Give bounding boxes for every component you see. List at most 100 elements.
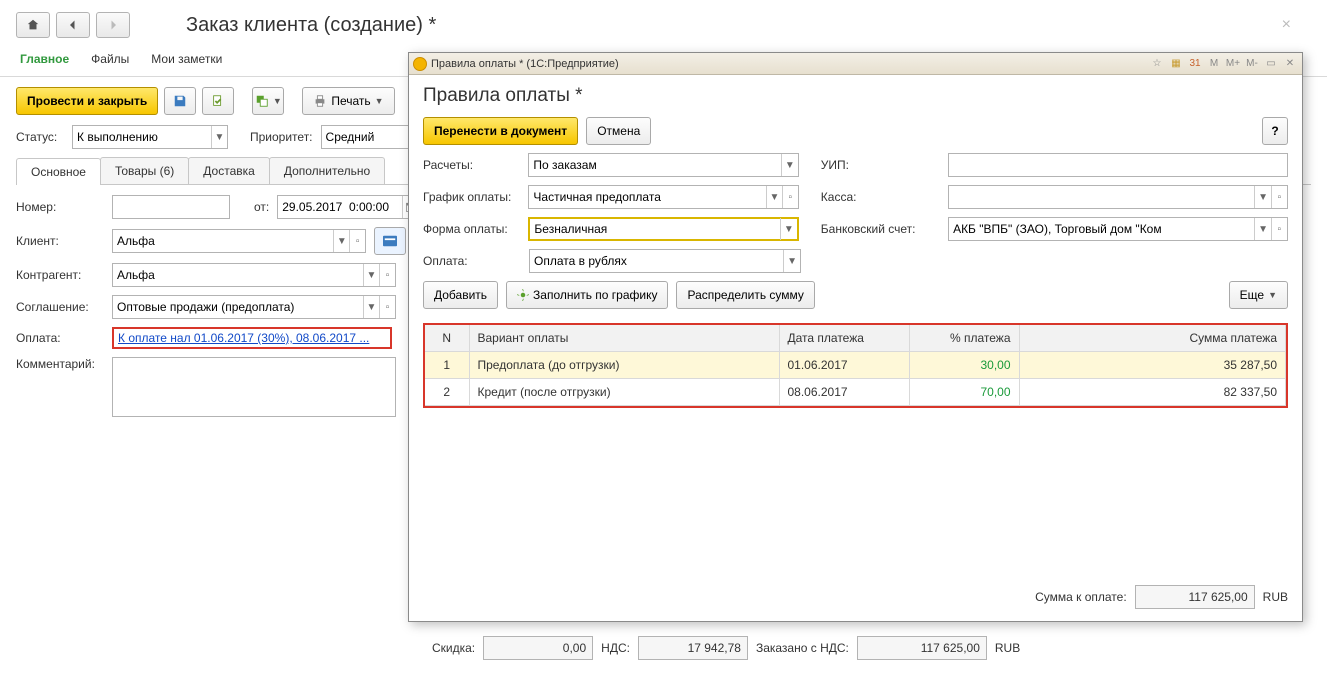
section-main[interactable]: Главное xyxy=(20,52,69,72)
payment-rules-dialog: Правила оплаты * (1С:Предприятие) ☆ ▦ 31… xyxy=(408,52,1303,622)
status-value[interactable] xyxy=(73,126,211,148)
calendar-icon[interactable]: 31 xyxy=(1187,56,1203,72)
more-label: Еще xyxy=(1240,288,1264,302)
print-button[interactable]: Печать ▼ xyxy=(302,87,394,115)
post-and-close-button[interactable]: Провести и закрыть xyxy=(16,87,158,115)
totals-bar: Скидка: 0,00 НДС: 17 942,78 Заказано с Н… xyxy=(432,636,1020,660)
date-input[interactable] xyxy=(277,195,419,219)
add-button[interactable]: Добавить xyxy=(423,281,498,309)
tab-delivery[interactable]: Доставка xyxy=(188,157,270,184)
chevron-down-icon[interactable]: ▼ xyxy=(363,296,379,318)
number-input[interactable] xyxy=(112,195,230,219)
chevron-down-icon: ▼ xyxy=(273,96,282,106)
payment2-select[interactable]: ▼ xyxy=(529,249,801,273)
minimize-icon[interactable]: ▭ xyxy=(1263,56,1279,72)
col-date[interactable]: Дата платежа xyxy=(779,325,909,352)
based-on-button[interactable]: ▼ xyxy=(252,87,284,115)
close-icon[interactable]: × xyxy=(1282,16,1311,34)
total-currency: RUB xyxy=(1263,590,1288,604)
schedule-select[interactable]: ▼▫ xyxy=(528,185,798,209)
close-icon[interactable]: ✕ xyxy=(1282,56,1298,72)
status-select[interactable]: ▼ xyxy=(72,125,228,149)
table-row[interactable]: 2 Кредит (после отгрузки) 08.06.2017 70,… xyxy=(425,379,1286,406)
m-plus-icon[interactable]: M+ xyxy=(1225,56,1241,72)
home-icon xyxy=(26,18,40,32)
open-icon[interactable]: ▫ xyxy=(349,230,365,252)
chevron-down-icon[interactable]: ▼ xyxy=(363,264,379,286)
table-header-row: N Вариант оплаты Дата платежа % платежа … xyxy=(425,325,1286,352)
arrow-right-icon xyxy=(107,19,119,31)
section-notes[interactable]: Мои заметки xyxy=(151,52,222,72)
payform-select[interactable]: ▼ xyxy=(528,217,798,241)
dialog-heading: Правила оплаты * xyxy=(423,85,1288,107)
payment-label: Оплата: xyxy=(16,331,104,345)
open-icon[interactable]: ▫ xyxy=(379,264,395,286)
section-files[interactable]: Файлы xyxy=(91,52,129,72)
m-minus-icon[interactable]: M- xyxy=(1244,56,1260,72)
agreement-input[interactable]: ▼ ▫ xyxy=(112,295,396,319)
tab-additional[interactable]: Дополнительно xyxy=(269,157,385,184)
fill-label: Заполнить по графику xyxy=(533,288,657,302)
chevron-down-icon[interactable]: ▼ xyxy=(781,154,798,176)
open-icon[interactable]: ▫ xyxy=(1271,218,1287,240)
discount-value: 0,00 xyxy=(483,636,593,660)
kassa-select[interactable]: ▼▫ xyxy=(948,185,1288,209)
client-card-button[interactable] xyxy=(374,227,406,255)
home-button[interactable] xyxy=(16,12,50,38)
chevron-down-icon[interactable]: ▼ xyxy=(1254,218,1270,240)
client-input[interactable]: ▼ ▫ xyxy=(112,229,366,253)
chevron-down-icon[interactable]: ▼ xyxy=(211,126,227,148)
chevron-down-icon[interactable]: ▼ xyxy=(766,186,782,208)
col-sum[interactable]: Сумма платежа xyxy=(1019,325,1286,352)
transfer-button[interactable]: Перенести в документ xyxy=(423,117,578,145)
comment-input[interactable] xyxy=(112,357,396,417)
chevron-down-icon[interactable]: ▼ xyxy=(333,230,349,252)
priority-value[interactable] xyxy=(322,126,420,148)
chevron-down-icon[interactable]: ▼ xyxy=(780,218,797,240)
m-icon[interactable]: M xyxy=(1206,56,1222,72)
card-icon xyxy=(383,235,397,247)
bank-select[interactable]: ▼▫ xyxy=(948,217,1288,241)
priority-select[interactable] xyxy=(321,125,421,149)
uip-input[interactable] xyxy=(948,153,1288,177)
calc-select[interactable]: ▼ xyxy=(528,153,798,177)
distribute-button[interactable]: Распределить сумму xyxy=(676,281,814,309)
tab-main[interactable]: Основное xyxy=(16,158,101,185)
priority-label: Приоритет: xyxy=(250,130,313,144)
chevron-down-icon[interactable]: ▼ xyxy=(1254,186,1270,208)
cancel-button[interactable]: Отмена xyxy=(586,117,651,145)
ordered-value: 117 625,00 xyxy=(857,636,987,660)
counterparty-input[interactable]: ▼ ▫ xyxy=(112,263,396,287)
schedule-label: График оплаты: xyxy=(423,190,520,204)
col-n[interactable]: N xyxy=(425,325,469,352)
col-pct[interactable]: % платежа xyxy=(909,325,1019,352)
save-button[interactable] xyxy=(164,87,196,115)
post-button[interactable] xyxy=(202,87,234,115)
fill-schedule-button[interactable]: Заполнить по графику xyxy=(506,281,668,309)
open-icon[interactable]: ▫ xyxy=(379,296,395,318)
agreement-label: Соглашение: xyxy=(16,300,104,314)
chevron-down-icon: ▼ xyxy=(375,96,384,106)
dialog-window-title: Правила оплаты * (1С:Предприятие) xyxy=(431,58,619,70)
total-value: 117 625,00 xyxy=(1135,585,1255,609)
counterparty-label: Контрагент: xyxy=(16,268,104,282)
open-icon[interactable]: ▫ xyxy=(1271,186,1287,208)
tab-goods[interactable]: Товары (6) xyxy=(100,157,189,184)
chevron-down-icon[interactable]: ▼ xyxy=(783,250,800,272)
payform-label: Форма оплаты: xyxy=(423,222,520,236)
open-icon[interactable]: ▫ xyxy=(782,186,798,208)
back-button[interactable] xyxy=(56,12,90,38)
col-variant[interactable]: Вариант оплаты xyxy=(469,325,779,352)
payment-link[interactable]: К оплате нал 01.06.2017 (30%), 08.06.201… xyxy=(118,331,369,345)
help-button[interactable]: ? xyxy=(1262,117,1288,145)
nds-value: 17 942,78 xyxy=(638,636,748,660)
favorite-icon[interactable]: ☆ xyxy=(1149,56,1165,72)
nds-label: НДС: xyxy=(601,641,630,655)
ordered-label: Заказано с НДС: xyxy=(756,641,849,655)
table-row[interactable]: 1 Предоплата (до отгрузки) 01.06.2017 30… xyxy=(425,352,1286,379)
post-icon xyxy=(211,94,225,108)
comment-label: Комментарий: xyxy=(16,357,104,371)
more-button[interactable]: Еще ▼ xyxy=(1229,281,1288,309)
calc-icon[interactable]: ▦ xyxy=(1168,56,1184,72)
date-label: от: xyxy=(254,200,269,214)
